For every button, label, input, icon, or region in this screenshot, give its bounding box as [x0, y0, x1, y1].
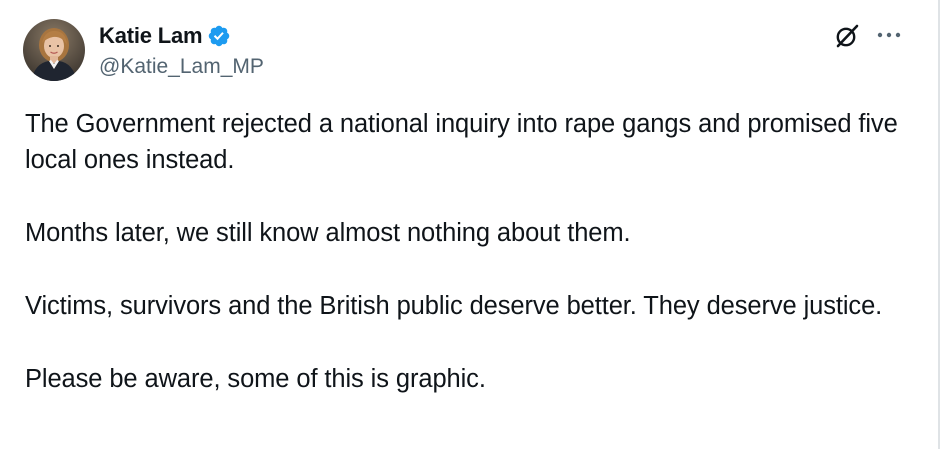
grok-icon[interactable] — [833, 22, 861, 50]
tweet-paragraph: Months later, we still know almost nothi… — [25, 219, 631, 247]
tweet-text: The Government rejected a national inqui… — [25, 106, 905, 397]
author-name-row: Katie Lam — [99, 22, 231, 50]
tweet-paragraph: The Government rejected a national inqui… — [25, 110, 898, 174]
more-horizontal-icon[interactable] — [874, 24, 904, 46]
tweet-paragraph: Please be aware, some of this is graphic… — [25, 365, 486, 393]
tweet-paragraph: Victims, survivors and the British publi… — [25, 292, 883, 320]
tweet-card: Katie Lam @Katie_Lam_MP The Government r… — [0, 0, 940, 449]
avatar[interactable] — [23, 19, 85, 81]
verified-badge-icon[interactable] — [207, 24, 231, 48]
author-handle[interactable]: @Katie_Lam_MP — [99, 55, 264, 79]
author-display-name[interactable]: Katie Lam — [99, 23, 203, 49]
avatar-photo-icon — [23, 19, 85, 81]
